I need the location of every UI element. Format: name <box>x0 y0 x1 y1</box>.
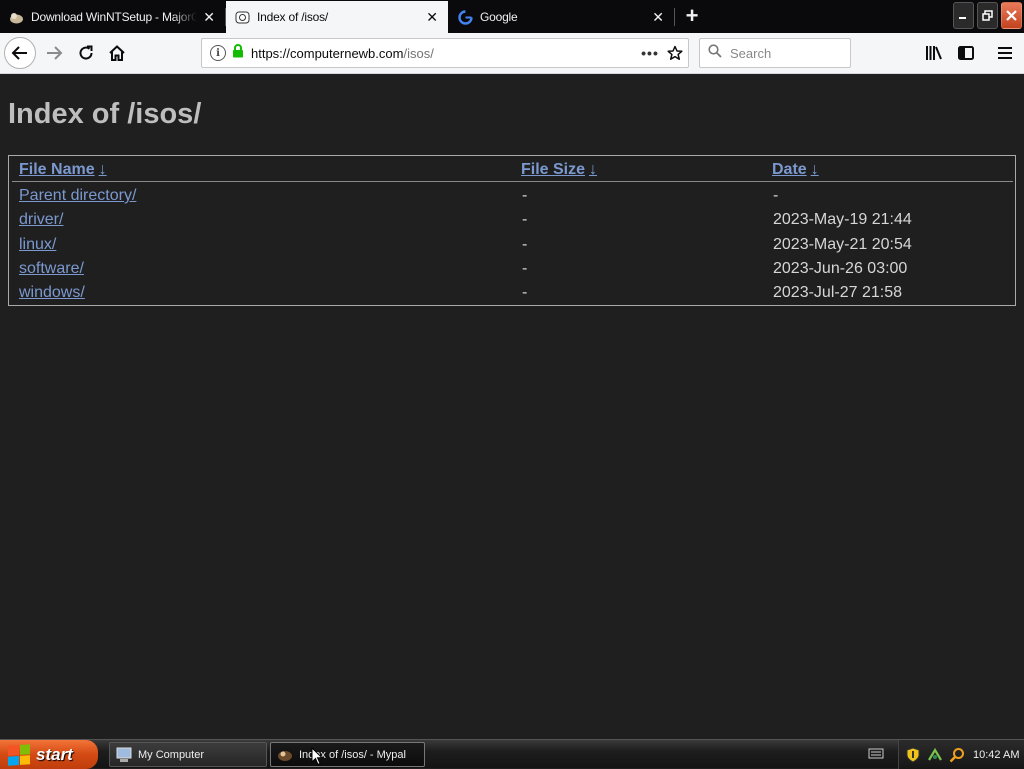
file-size: - <box>522 236 528 253</box>
my-computer-icon <box>116 747 132 763</box>
file-link[interactable]: software/ <box>19 260 84 278</box>
column-header-file-size: File Size ↓ <box>521 161 597 179</box>
file-size: - <box>522 187 528 204</box>
tab-google[interactable]: Google ✕ <box>449 1 674 33</box>
file-date: 2023-May-19 21:44 <box>773 211 912 228</box>
header-divider <box>12 181 1013 182</box>
security-shield-icon[interactable] <box>905 746 921 763</box>
sort-by-name-link[interactable]: File Name <box>19 161 95 178</box>
back-arrow-icon[interactable] <box>4 37 36 69</box>
search-icon <box>708 43 722 63</box>
search-input[interactable] <box>730 45 840 61</box>
directory-listing-table: File Name ↓ File Size ↓ Date ↓ Parent direc… <box>8 155 1016 306</box>
site-info-icon[interactable]: i <box>210 45 226 61</box>
file-date: 2023-Jun-26 03:00 <box>773 260 908 277</box>
sort-arrow-icon[interactable]: ↓ <box>811 161 819 178</box>
page-content: Index of /isos/ File Name ↓ File Size ↓ Da… <box>0 74 1024 739</box>
google-g-icon <box>458 9 473 25</box>
mouse-cursor-icon <box>311 747 323 766</box>
file-date: 2023-Jul-27 21:58 <box>773 284 902 301</box>
start-button[interactable]: start <box>0 740 98 769</box>
address-bar[interactable]: i https://computernewb.com/isos/ ••• <box>201 38 689 68</box>
start-label: start <box>36 744 73 764</box>
tab-winntsetup[interactable]: Download WinNTSetup - MajorGee ✕ <box>0 1 225 33</box>
sidebar-toggle-icon[interactable] <box>952 39 980 67</box>
mypal-icon <box>277 747 293 763</box>
taskbar-item-label: My Computer <box>138 748 205 761</box>
sort-arrow-icon[interactable]: ↓ <box>589 161 597 178</box>
page-heading: Index of /isos/ <box>8 98 202 130</box>
bookmark-star-icon[interactable] <box>662 41 688 65</box>
sort-arrow-icon[interactable]: ↓ <box>99 161 107 178</box>
network-icon[interactable] <box>927 747 943 763</box>
file-link[interactable]: driver/ <box>19 211 63 229</box>
hamburger-menu-icon[interactable] <box>991 39 1019 67</box>
tab-title: Google <box>480 10 518 24</box>
sort-by-size-link[interactable]: File Size <box>521 161 585 178</box>
file-size: - <box>522 284 528 301</box>
forward-arrow-icon[interactable] <box>40 39 68 67</box>
tab-close-icon[interactable]: ✕ <box>646 5 670 29</box>
search-box[interactable] <box>699 38 851 68</box>
tab-index-isos[interactable]: Index of /isos/ ✕ <box>226 1 448 33</box>
url-text[interactable]: https://computernewb.com/isos/ <box>251 46 638 61</box>
system-tray: 10:42 AM <box>898 740 1024 769</box>
window-close-icon[interactable] <box>1001 2 1022 29</box>
file-date: - <box>773 187 779 204</box>
file-link[interactable]: Parent directory/ <box>19 187 136 205</box>
table-row: windows/ - 2023-Jul-27 21:58 <box>9 281 1015 305</box>
file-link[interactable]: linux/ <box>19 236 56 254</box>
tab-title: Index of /isos/ <box>257 10 329 24</box>
keyboard-language-icon[interactable] <box>868 746 884 760</box>
table-row: driver/ - 2023-May-19 21:44 <box>9 208 1015 232</box>
search-magnifier-icon[interactable] <box>949 747 965 763</box>
tab-title: Download WinNTSetup - MajorGee <box>31 10 197 24</box>
clock: 10:42 AM <box>973 748 1020 761</box>
column-header-file-name: File Name ↓ <box>19 161 107 179</box>
new-tab-plus-icon[interactable]: + <box>679 3 705 29</box>
window-restore-icon[interactable] <box>977 2 998 29</box>
majorgeeks-favicon-icon <box>9 10 24 25</box>
navigation-toolbar: i https://computernewb.com/isos/ ••• <box>0 33 1024 74</box>
tab-separator <box>674 8 675 26</box>
table-row: linux/ - 2023-May-21 20:54 <box>9 233 1015 257</box>
taskbar: start My Computer Index of /isos/ - Mypa… <box>0 739 1024 769</box>
file-size: - <box>522 211 528 228</box>
url-host: https://computernewb.com <box>251 45 404 61</box>
taskbar-item-mypal[interactable]: Index of /isos/ - Mypal <box>270 742 425 767</box>
file-link[interactable]: windows/ <box>19 284 85 302</box>
tab-strip: Download WinNTSetup - MajorGee ✕ Index o… <box>0 0 1024 33</box>
window-minimize-icon[interactable] <box>953 2 974 29</box>
file-size: - <box>522 260 528 277</box>
url-path: /isos/ <box>403 45 434 61</box>
library-icon[interactable] <box>920 39 948 67</box>
page-actions-menu-icon[interactable]: ••• <box>638 45 662 61</box>
table-row: software/ - 2023-Jun-26 03:00 <box>9 257 1015 281</box>
taskbar-item-my-computer[interactable]: My Computer <box>109 742 267 767</box>
reload-icon[interactable] <box>72 39 100 67</box>
page-favicon-icon <box>235 10 250 25</box>
file-date: 2023-May-21 20:54 <box>773 236 912 253</box>
lock-icon[interactable] <box>232 43 244 63</box>
sort-by-date-link[interactable]: Date <box>772 161 807 178</box>
tab-close-icon[interactable]: ✕ <box>197 5 221 29</box>
column-header-date: Date ↓ <box>772 161 819 179</box>
windows-flag-icon <box>8 743 30 766</box>
home-icon[interactable] <box>103 39 131 67</box>
tab-close-icon[interactable]: ✕ <box>420 5 444 29</box>
table-row: Parent directory/ - - <box>9 184 1015 208</box>
